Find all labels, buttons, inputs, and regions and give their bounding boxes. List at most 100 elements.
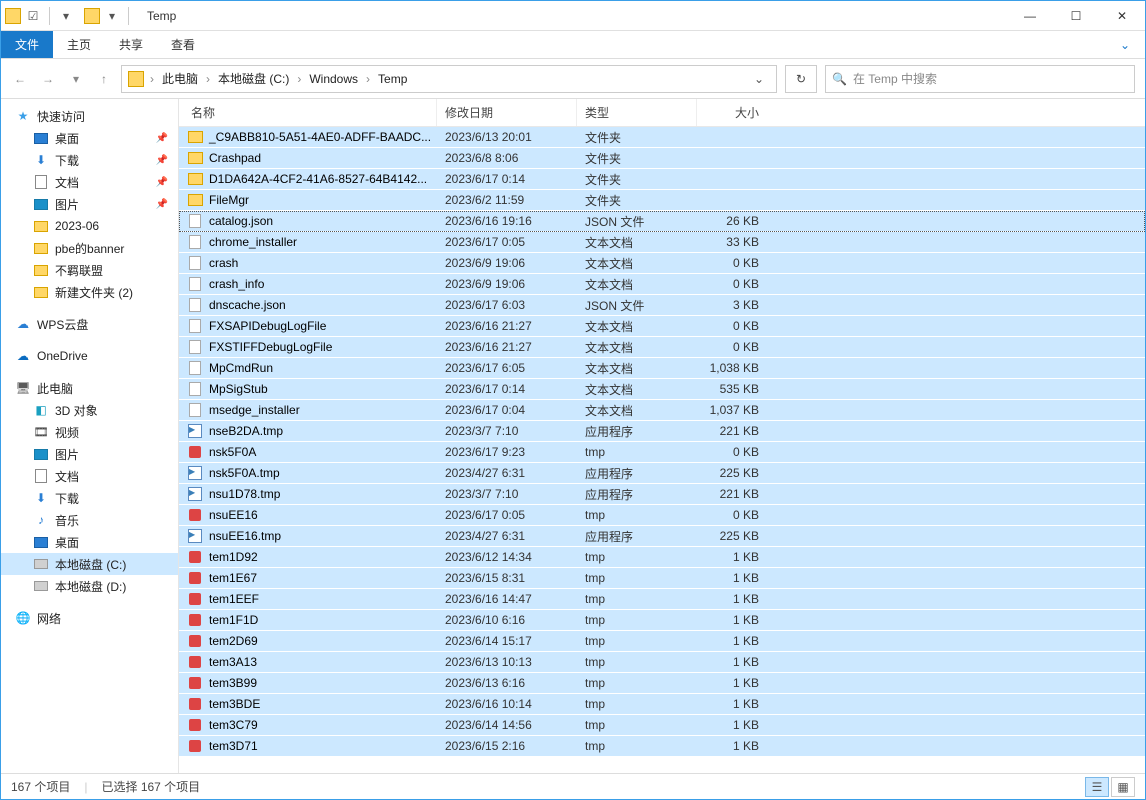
file-name: FXSAPIDebugLogFile <box>209 319 326 333</box>
search-input[interactable]: 🔍 在 Temp 中搜索 <box>825 65 1135 93</box>
sidebar-item[interactable]: 桌面📌 <box>1 127 178 149</box>
chevron-right-icon[interactable]: › <box>148 72 156 86</box>
sidebar-item[interactable]: ◧3D 对象 <box>1 399 178 421</box>
file-row[interactable]: nsuEE162023/6/17 0:05tmp0 KB <box>179 505 1145 526</box>
chevron-right-icon[interactable]: › <box>364 72 372 86</box>
file-row[interactable]: ▶nsk5F0A.tmp2023/4/27 6:31应用程序225 KB <box>179 463 1145 484</box>
sidebar-item[interactable]: 本地磁盘 (C:) <box>1 553 178 575</box>
sidebar-item[interactable]: 图片 <box>1 443 178 465</box>
file-type: tmp <box>577 592 697 606</box>
file-row[interactable]: dnscache.json2023/6/17 6:03JSON 文件3 KB <box>179 295 1145 316</box>
minimize-button[interactable]: — <box>1007 1 1053 31</box>
file-row[interactable]: MpCmdRun2023/6/17 6:05文本文档1,038 KB <box>179 358 1145 379</box>
nav-up-icon[interactable]: ↑ <box>95 72 113 86</box>
file-size: 225 KB <box>697 529 767 543</box>
qat-expand-icon[interactable]: ▾ <box>104 8 120 24</box>
file-size: 0 KB <box>697 445 767 459</box>
sidebar-item[interactable]: 新建文件夹 (2) <box>1 281 178 303</box>
ribbon-tab-home[interactable]: 主页 <box>53 31 105 58</box>
ribbon-tab-share[interactable]: 共享 <box>105 31 157 58</box>
sidebar-quick-access[interactable]: ★ 快速访问 <box>1 105 178 127</box>
sidebar-item[interactable]: pbe的banner <box>1 237 178 259</box>
file-row[interactable]: FXSTIFFDebugLogFile2023/6/16 21:27文本文档0 … <box>179 337 1145 358</box>
chevron-right-icon[interactable]: › <box>295 72 303 86</box>
file-row[interactable]: D1DA642A-4CF2-41A6-8527-64B4142...2023/6… <box>179 169 1145 190</box>
file-row[interactable]: FXSAPIDebugLogFile2023/6/16 21:27文本文档0 K… <box>179 316 1145 337</box>
file-row[interactable]: ▶nseB2DA.tmp2023/3/7 7:10应用程序221 KB <box>179 421 1145 442</box>
file-list[interactable]: _C9ABB810-5A51-4AE0-ADFF-BAADC...2023/6/… <box>179 127 1145 773</box>
file-row[interactable]: chrome_installer2023/6/17 0:05文本文档33 KB <box>179 232 1145 253</box>
onedrive-icon: ☁ <box>15 348 31 364</box>
column-type[interactable]: 类型 <box>577 99 697 126</box>
breadcrumb[interactable]: Windows <box>307 72 360 86</box>
ribbon-tab-file[interactable]: 文件 <box>1 31 53 58</box>
nav-recent-icon[interactable]: ▾ <box>67 72 85 86</box>
nav-back-icon[interactable]: ← <box>11 72 29 86</box>
file-row[interactable]: tem3BDE2023/6/16 10:14tmp1 KB <box>179 694 1145 715</box>
breadcrumb[interactable]: 此电脑 <box>160 70 200 87</box>
file-row[interactable]: MpSigStub2023/6/17 0:14文本文档535 KB <box>179 379 1145 400</box>
sidebar-item[interactable]: ⬇下载📌 <box>1 149 178 171</box>
sidebar-item[interactable]: 不羁联盟 <box>1 259 178 281</box>
sidebar-item[interactable]: ♪音乐 <box>1 509 178 531</box>
navigation-pane[interactable]: ★ 快速访问 桌面📌⬇下载📌文档📌图片📌2023-06pbe的banner不羁联… <box>1 99 179 773</box>
maximize-button[interactable]: ☐ <box>1053 1 1099 31</box>
addr-dropdown-icon[interactable]: ⌄ <box>748 72 770 86</box>
file-name: nsuEE16.tmp <box>209 529 281 543</box>
sidebar-item-label: 文档 <box>55 174 79 191</box>
file-row[interactable]: Crashpad2023/6/8 8:06文件夹 <box>179 148 1145 169</box>
ribbon-tab-view[interactable]: 查看 <box>157 31 209 58</box>
file-type: 应用程序 <box>577 465 697 482</box>
file-row[interactable]: tem3A132023/6/13 10:13tmp1 KB <box>179 652 1145 673</box>
file-row[interactable]: crash_info2023/6/9 19:06文本文档0 KB <box>179 274 1145 295</box>
qat-props-icon[interactable]: ☑ <box>25 8 41 24</box>
file-date: 2023/3/7 7:10 <box>437 424 577 438</box>
sidebar-item[interactable]: 本地磁盘 (D:) <box>1 575 178 597</box>
sidebar-item[interactable]: 桌面 <box>1 531 178 553</box>
file-row[interactable]: crash2023/6/9 19:06文本文档0 KB <box>179 253 1145 274</box>
chevron-right-icon[interactable]: › <box>204 72 212 86</box>
file-row[interactable]: tem1F1D2023/6/10 6:16tmp1 KB <box>179 610 1145 631</box>
refresh-button[interactable]: ↻ <box>785 65 817 93</box>
ribbon-help-icon[interactable]: ⌄ <box>1105 31 1145 58</box>
file-row[interactable]: tem1EEF2023/6/16 14:47tmp1 KB <box>179 589 1145 610</box>
file-date: 2023/6/10 6:16 <box>437 613 577 627</box>
file-row[interactable]: tem1D922023/6/12 14:34tmp1 KB <box>179 547 1145 568</box>
sidebar-item[interactable]: 图片📌 <box>1 193 178 215</box>
address-bar[interactable]: › 此电脑 › 本地磁盘 (C:) › Windows › Temp ⌄ <box>121 65 777 93</box>
column-date[interactable]: 修改日期 <box>437 99 577 126</box>
pin-icon: 📌 <box>156 199 168 210</box>
file-row[interactable]: FileMgr2023/6/2 11:59文件夹 <box>179 190 1145 211</box>
close-button[interactable]: ✕ <box>1099 1 1145 31</box>
sidebar-network[interactable]: 🌐 网络 <box>1 607 178 629</box>
qat-dropdown-icon[interactable]: ▾ <box>58 8 74 24</box>
file-row[interactable]: tem3D712023/6/15 2:16tmp1 KB <box>179 736 1145 757</box>
view-icons-button[interactable]: ▦ <box>1111 777 1135 797</box>
sidebar-item[interactable]: 文档📌 <box>1 171 178 193</box>
breadcrumb[interactable]: Temp <box>376 72 409 86</box>
sidebar-onedrive[interactable]: ☁ OneDrive <box>1 345 178 367</box>
sidebar-item[interactable]: 🎞视频 <box>1 421 178 443</box>
breadcrumb[interactable]: 本地磁盘 (C:) <box>216 70 291 87</box>
file-row[interactable]: tem3B992023/6/13 6:16tmp1 KB <box>179 673 1145 694</box>
file-row[interactable]: ▶nsuEE16.tmp2023/4/27 6:31应用程序225 KB <box>179 526 1145 547</box>
sidebar-item-label: 图片 <box>55 446 79 463</box>
sidebar-item[interactable]: 文档 <box>1 465 178 487</box>
nav-forward-icon[interactable]: → <box>39 72 57 86</box>
file-row[interactable]: tem3C792023/6/14 14:56tmp1 KB <box>179 715 1145 736</box>
file-row[interactable]: ▶nsu1D78.tmp2023/3/7 7:10应用程序221 KB <box>179 484 1145 505</box>
file-row[interactable]: _C9ABB810-5A51-4AE0-ADFF-BAADC...2023/6/… <box>179 127 1145 148</box>
sidebar-item[interactable]: ⬇下载 <box>1 487 178 509</box>
view-details-button[interactable]: ☰ <box>1085 777 1109 797</box>
file-row[interactable]: tem1E672023/6/15 8:31tmp1 KB <box>179 568 1145 589</box>
file-row[interactable]: tem2D692023/6/14 15:17tmp1 KB <box>179 631 1145 652</box>
file-row[interactable]: catalog.json2023/6/16 19:16JSON 文件26 KB <box>179 211 1145 232</box>
sidebar-this-pc[interactable]: 🖥 此电脑 <box>1 377 178 399</box>
column-name[interactable]: 名称 <box>179 99 437 126</box>
column-size[interactable]: 大小 <box>697 99 767 126</box>
sidebar-item[interactable]: 2023-06 <box>1 215 178 237</box>
file-size: 1 KB <box>697 571 767 585</box>
file-row[interactable]: nsk5F0A2023/6/17 9:23tmp0 KB <box>179 442 1145 463</box>
sidebar-wps-cloud[interactable]: ☁ WPS云盘 <box>1 313 178 335</box>
file-row[interactable]: msedge_installer2023/6/17 0:04文本文档1,037 … <box>179 400 1145 421</box>
